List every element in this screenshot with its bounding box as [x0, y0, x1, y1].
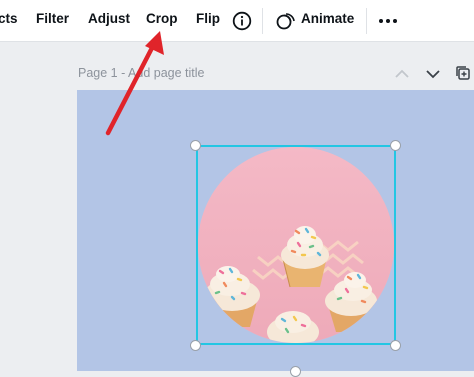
effects-button[interactable]: cts [0, 11, 18, 26]
selection-frame [196, 145, 396, 345]
chevron-down-icon[interactable] [425, 67, 441, 79]
rotate-handle[interactable] [290, 366, 301, 377]
toolbar-divider [366, 8, 367, 34]
chevron-up-icon[interactable] [394, 67, 410, 79]
filter-button[interactable]: Filter [36, 11, 69, 26]
toolbar-divider [262, 8, 263, 34]
animate-icon[interactable] [275, 10, 297, 32]
page-title-input[interactable]: Page 1 - Add page title [78, 66, 204, 80]
info-icon[interactable] [232, 11, 252, 31]
animate-button[interactable]: Animate [301, 11, 354, 26]
resize-handle-top-left[interactable] [190, 140, 201, 151]
flip-button[interactable]: Flip [196, 11, 220, 26]
more-options-icon[interactable] [378, 14, 398, 28]
editor-toolbar: cts Filter Adjust Crop Flip Animate [0, 0, 474, 42]
adjust-button[interactable]: Adjust [88, 11, 130, 26]
resize-handle-top-right[interactable] [390, 140, 401, 151]
resize-handle-bottom-left[interactable] [190, 340, 201, 351]
resize-handle-bottom-right[interactable] [390, 340, 401, 351]
crop-button[interactable]: Crop [146, 11, 178, 26]
duplicate-page-icon[interactable] [455, 65, 471, 81]
